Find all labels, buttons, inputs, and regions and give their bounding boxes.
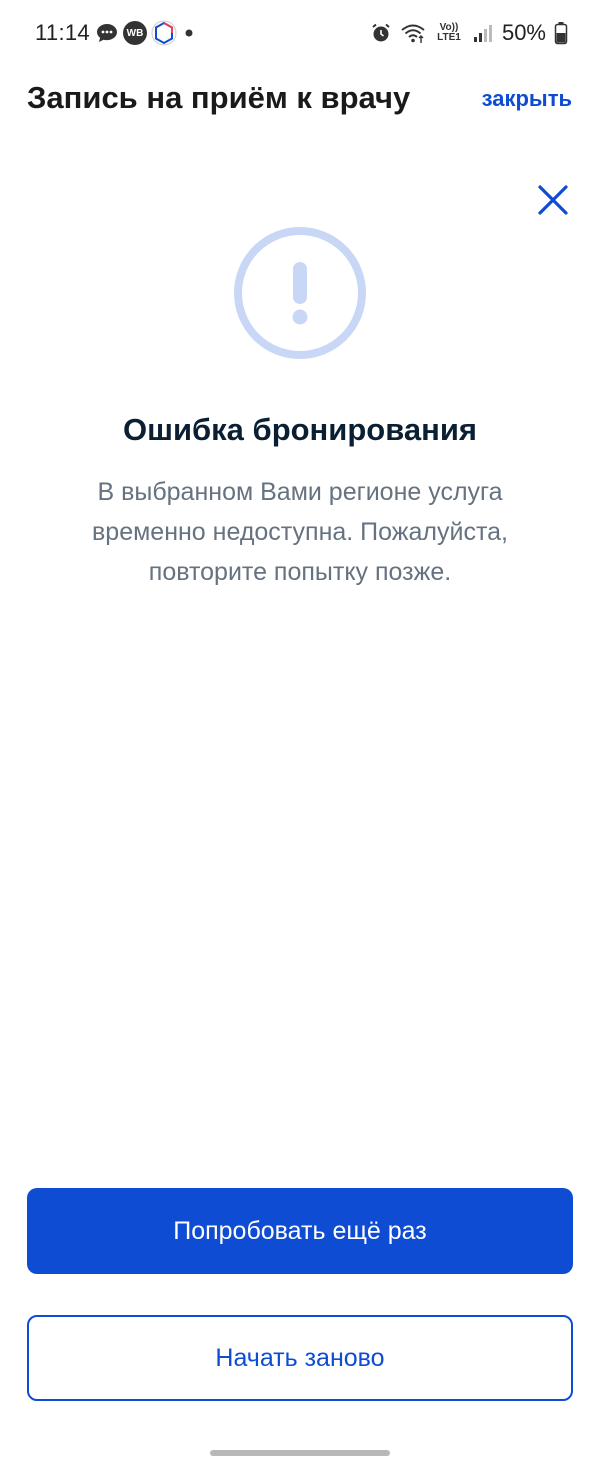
status-bar: 11:14 WB Vo)) LTE1 50% [0,0,600,66]
chat-bubble-icon [97,24,117,42]
error-message: В выбранном Вами регионе услуга временно… [92,478,508,586]
wb-app-icon: WB [123,21,147,45]
page-title: Запись на приём к врачу [27,80,411,115]
restart-button[interactable]: Начать заново [27,1315,573,1401]
close-link[interactable]: закрыть [482,86,572,112]
alarm-icon [372,23,390,42]
wifi-icon [401,24,425,43]
error-title: Ошибка бронирования [123,412,477,447]
close-icon[interactable] [535,182,571,218]
dot-icon [185,29,193,37]
battery-icon [554,22,568,45]
status-time: 11:14 [35,20,90,45]
exclamation-circle-icon [234,227,366,359]
signal-icon [473,25,492,42]
gosuslugi-app-icon [151,20,177,46]
volte-icon: Vo)) LTE1 [437,22,461,43]
notification-icons: WB [95,20,197,46]
system-icons: Vo)) LTE1 50% [370,20,568,46]
battery-percent: 50% [501,20,546,45]
retry-button[interactable]: Попробовать ещё раз [27,1188,573,1274]
home-indicator[interactable] [210,1450,390,1456]
